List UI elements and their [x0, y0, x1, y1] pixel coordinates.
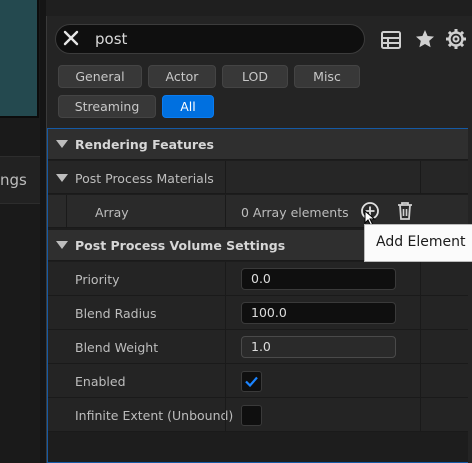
column-divider [420, 364, 421, 397]
enabled-checkbox[interactable] [241, 371, 262, 392]
property-label: Blend Weight [75, 340, 159, 355]
close-icon[interactable] [62, 29, 80, 47]
column-divider [420, 398, 421, 431]
array-label: Array [95, 205, 129, 220]
array-value: 0 Array elements [241, 205, 349, 220]
category-label: Post Process Volume Settings [75, 238, 286, 253]
column-divider [420, 161, 421, 193]
property-label: Enabled [75, 374, 126, 389]
viewport-thumbnail [0, 0, 39, 118]
expand-arrow-icon[interactable] [56, 140, 68, 148]
indent-line [66, 195, 67, 228]
property-blend-radius: Blend Radius 100.0 [48, 296, 468, 330]
trash-icon[interactable] [396, 201, 414, 221]
category-label: Rendering Features [75, 137, 214, 152]
column-divider [225, 364, 226, 397]
property-label: Priority [75, 272, 120, 287]
property-enabled: Enabled [48, 364, 468, 398]
grid-icon[interactable] [380, 29, 402, 51]
column-divider [225, 161, 226, 193]
property-infinite-extent: Infinite Extent (Unbound) [48, 398, 468, 432]
infinite-extent-checkbox[interactable] [241, 405, 262, 426]
property-label: Infinite Extent (Unbound) [75, 408, 234, 423]
expand-arrow-icon[interactable] [56, 174, 68, 182]
column-divider [420, 262, 421, 295]
column-divider [225, 195, 226, 227]
search-input[interactable] [95, 27, 355, 51]
filter-all[interactable]: All [162, 95, 214, 118]
filter-actor[interactable]: Actor [148, 65, 216, 88]
blend-radius-input[interactable]: 100.0 [241, 302, 396, 324]
filter-lod[interactable]: LOD [222, 65, 288, 88]
checkmark-icon [245, 376, 258, 388]
panel-top-strip [46, 0, 472, 16]
filter-streaming[interactable]: Streaming [58, 95, 156, 118]
subcategory-post-process-materials[interactable]: Post Process Materials [48, 161, 468, 194]
subcategory-label: Post Process Materials [75, 171, 214, 186]
column-divider [225, 330, 226, 363]
property-blend-weight: Blend Weight 1.0 [48, 330, 468, 364]
priority-input[interactable]: 0.0 [241, 268, 396, 290]
expand-arrow-icon[interactable] [56, 241, 68, 249]
column-divider [225, 296, 226, 329]
column-divider [420, 296, 421, 329]
property-label: Blend Radius [75, 306, 157, 321]
tooltip: Add Element [364, 224, 472, 262]
column-divider [225, 262, 226, 295]
filter-general[interactable]: General [58, 65, 142, 88]
star-icon[interactable] [414, 28, 436, 50]
column-divider [420, 330, 421, 363]
filter-misc[interactable]: Misc [294, 65, 360, 88]
property-priority: Priority 0.0 [48, 262, 468, 296]
blend-weight-slider[interactable]: 1.0 [241, 336, 396, 358]
column-divider [225, 398, 226, 431]
category-rendering-features[interactable]: Rendering Features [48, 129, 468, 160]
gear-icon[interactable] [445, 28, 467, 50]
tooltip-text: Add Element [376, 234, 466, 250]
left-tab-label: ngs [0, 171, 27, 189]
